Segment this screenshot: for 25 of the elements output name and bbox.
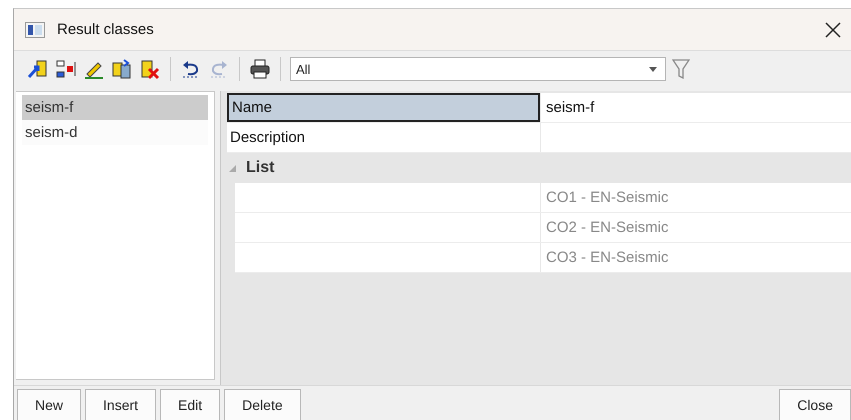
dropdown-caret-icon[interactable]: [649, 66, 657, 72]
filter-icon[interactable]: [672, 59, 690, 79]
list-entry-value[interactable]: CO2 - EN-Seismic: [540, 213, 851, 242]
arrow-doc-icon[interactable]: [27, 58, 49, 80]
close-icon[interactable]: [825, 22, 841, 38]
action-button[interactable]: Insert: [85, 389, 156, 420]
printer-icon[interactable]: [249, 58, 271, 80]
window-title: Result classes: [57, 21, 155, 38]
copy-docs-icon[interactable]: [111, 58, 133, 80]
property-name[interactable]: Description: [227, 123, 540, 152]
window-app-icon: [25, 22, 45, 38]
action-button[interactable]: New: [17, 389, 82, 420]
property-value[interactable]: seism-f: [540, 93, 851, 122]
action-button[interactable]: Edit: [160, 389, 220, 420]
list-item[interactable]: seism-f: [22, 95, 208, 120]
filter-dropdown[interactable]: All: [290, 57, 666, 81]
delete-doc-icon[interactable]: [139, 58, 161, 80]
list-entry-value[interactable]: CO3 - EN-Seismic: [540, 243, 851, 272]
list-item[interactable]: seism-d: [22, 120, 208, 145]
property-name[interactable]: Name: [227, 93, 540, 122]
close-button[interactable]: Close: [779, 389, 851, 420]
action-button[interactable]: Delete: [224, 389, 301, 420]
insert-rows-icon[interactable]: [55, 58, 77, 80]
list-entry-value[interactable]: CO1 - EN-Seismic: [540, 183, 851, 212]
group-label: List: [246, 159, 274, 177]
